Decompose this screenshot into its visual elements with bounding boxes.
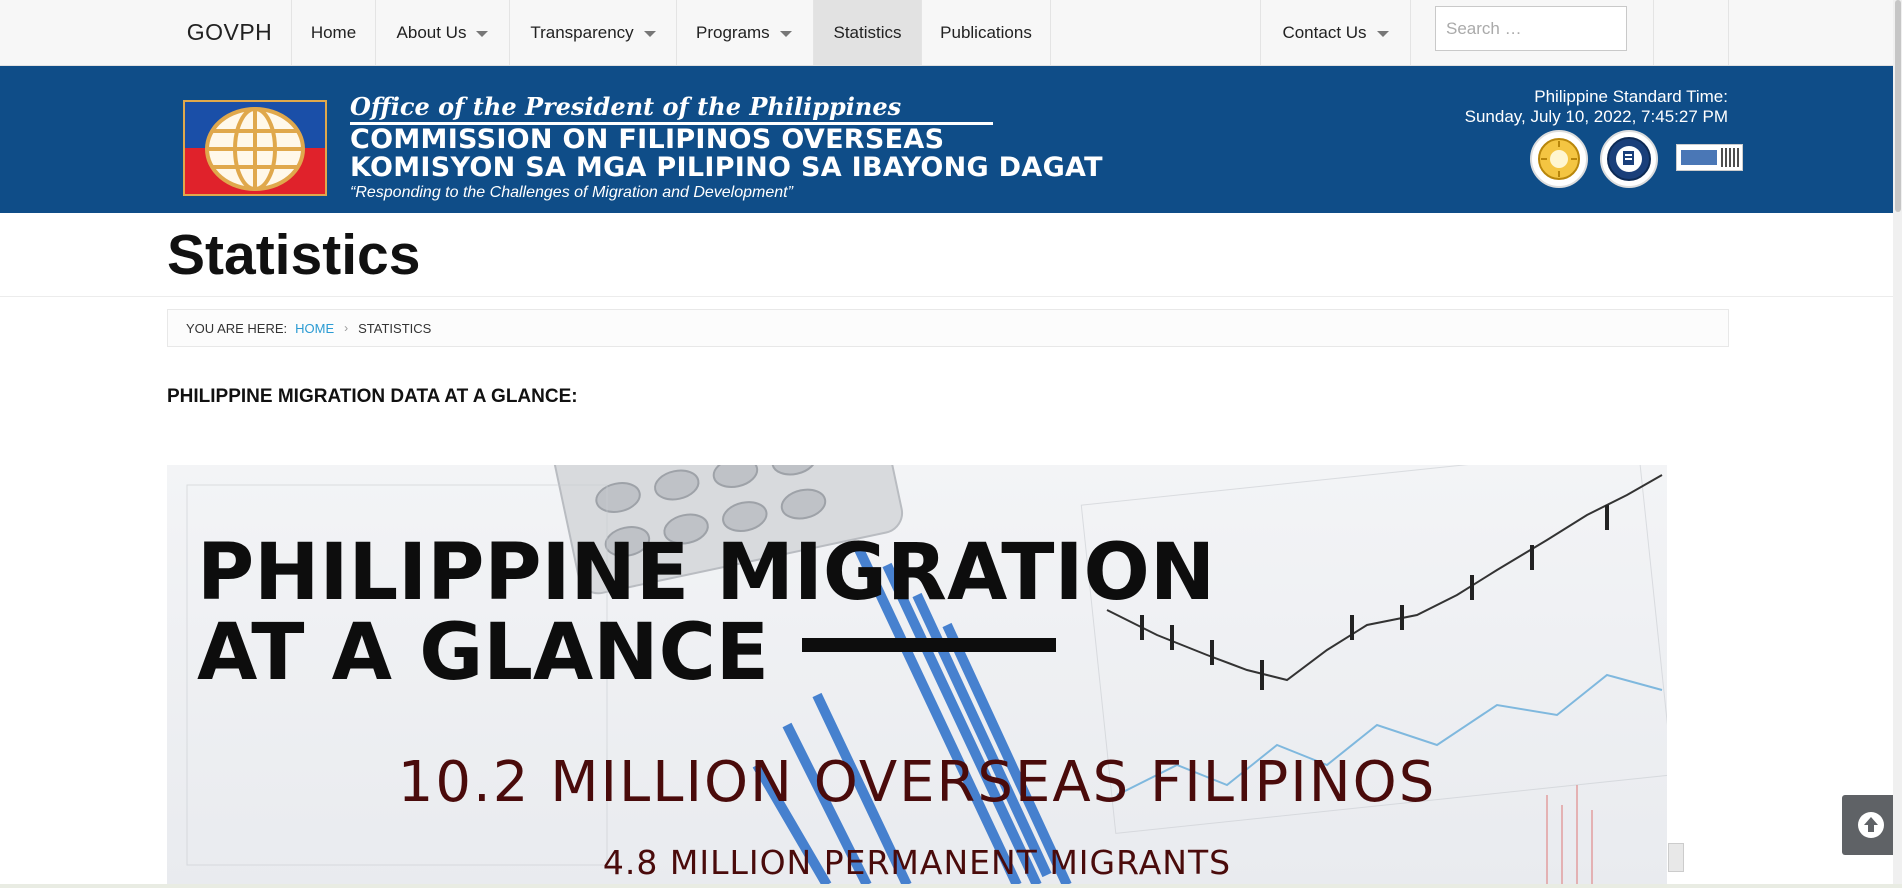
title-divider <box>0 296 1900 297</box>
nav-divider <box>1728 0 1729 65</box>
slider-handle[interactable] <box>1668 843 1684 872</box>
breadcrumb-home-link[interactable]: HOME <box>295 321 334 336</box>
pst-clock: Sunday, July 10, 2022, 7:45:27 PM <box>1464 107 1728 126</box>
breadcrumb-prefix: YOU ARE HERE: <box>186 320 288 336</box>
scroll-to-top-button[interactable] <box>1842 795 1900 855</box>
arrow-up-circle-icon <box>1858 812 1884 838</box>
nav-about-us-label: About Us <box>396 22 467 42</box>
pst-label: Philippine Standard Time: <box>1534 87 1728 106</box>
top-navbar: GOVPH Home About Us Transparency Program… <box>0 0 1900 66</box>
iso-certification-icon[interactable] <box>1676 144 1743 171</box>
overseas-filipinos-stat: 10.2 MILLION OVERSEAS FILIPINOS <box>397 750 1437 815</box>
header-banner: Office of the President of the Philippin… <box>0 66 1900 213</box>
nav-contact-us[interactable]: Contact Us <box>1260 0 1410 65</box>
nav-programs-label: Programs <box>696 22 770 42</box>
page-title: Statistics <box>167 223 421 287</box>
nav-home-label: Home <box>310 22 357 42</box>
search-input[interactable] <box>1435 6 1627 51</box>
freedom-of-information-seal-icon[interactable] <box>1600 130 1658 188</box>
bottom-strip <box>0 884 1902 888</box>
transparency-seal-icon[interactable] <box>1530 130 1588 188</box>
section-heading: PHILIPPINE MIGRATION DATA AT A GLANCE: <box>167 386 578 407</box>
migration-infographic: PHILIPPINE MIGRATION AT A GLANCE 10.2 MI… <box>167 465 1667 885</box>
nav-publications[interactable]: Publications <box>921 0 1051 65</box>
infographic-title-line1: PHILIPPINE MIGRATION <box>197 528 1216 618</box>
nav-home[interactable]: Home <box>291 0 375 65</box>
nav-statistics-label: Statistics <box>833 22 902 42</box>
scrollbar-thumb[interactable] <box>1895 0 1901 212</box>
nav-divider <box>1653 0 1654 65</box>
infographic-title: PHILIPPINE MIGRATION AT A GLANCE <box>197 533 1215 693</box>
globe-icon <box>205 107 305 191</box>
office-of-president-heading: Office of the President of the Philippin… <box>350 92 902 121</box>
nav-publications-label: Publications <box>940 22 1032 42</box>
govph-brand-link[interactable]: GOVPH <box>168 0 291 65</box>
chevron-down-icon <box>1376 30 1389 37</box>
org-name-filipino: KOMISYON SA MGA PILIPINO SA IBAYONG DAGA… <box>350 152 1103 183</box>
breadcrumb-separator-icon: › <box>344 321 349 335</box>
org-tagline: “Responding to the Challenges of Migrati… <box>350 184 793 201</box>
nav-divider <box>1410 0 1411 65</box>
chevron-down-icon <box>476 30 489 37</box>
title-accent-bar <box>802 638 1056 652</box>
chevron-down-icon <box>643 30 656 37</box>
breadcrumb: YOU ARE HERE: HOME › STATISTICS <box>167 309 1729 347</box>
breadcrumb-current: STATISTICS <box>358 320 432 336</box>
permanent-migrants-stat: 4.8 MILLION PERMANENT MIGRANTS <box>602 843 1232 882</box>
nav-transparency[interactable]: Transparency <box>509 0 676 65</box>
infographic-title-line2: AT A GLANCE <box>197 608 770 698</box>
nav-statistics[interactable]: Statistics <box>813 0 921 65</box>
nav-contact-us-label: Contact Us <box>1282 22 1367 42</box>
cfo-logo[interactable] <box>183 100 327 196</box>
org-name-english: COMMISSION ON FILIPINOS OVERSEAS <box>350 124 945 155</box>
nav-transparency-label: Transparency <box>530 22 634 42</box>
chevron-down-icon <box>779 30 792 37</box>
nav-about-us[interactable]: About Us <box>375 0 509 65</box>
